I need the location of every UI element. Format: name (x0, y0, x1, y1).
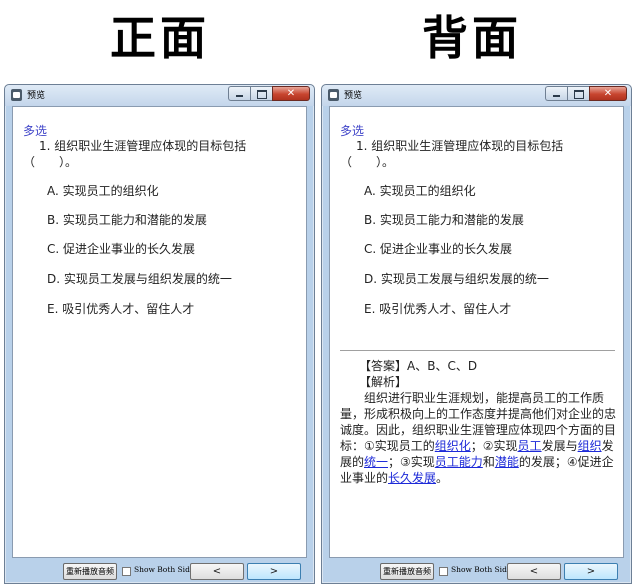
show-both-sides-checkbox[interactable] (122, 567, 131, 576)
replay-audio-button[interactable]: 重新播放音频 (380, 563, 434, 580)
close-button[interactable] (589, 86, 627, 101)
option-d: D. 实现员工发展与组织发展的统一 (364, 272, 549, 286)
close-button[interactable] (272, 86, 310, 101)
next-button[interactable]: > (564, 563, 618, 580)
front-preview-window: 预览 多选 1. 组织职业生涯管理应体现的目标包括（ ）。 A. 实现员工的组织… (4, 84, 315, 584)
show-both-sides-label: Show Both Sides (134, 565, 199, 574)
option-c: C. 促进企业事业的长久发展 (364, 242, 513, 256)
option-c: C. 促进企业事业的长久发展 (47, 242, 196, 256)
show-both-sides-label: Show Both Sides (451, 565, 516, 574)
option-a: A. 实现员工的组织化 (47, 184, 159, 198)
maximize-button[interactable] (567, 86, 589, 101)
link-qianneng[interactable]: 潜能 (495, 455, 519, 469)
option-e: E. 吸引优秀人才、留住人才 (47, 302, 195, 316)
analysis-text: 组织进行职业生涯规划，能提高员工的工作质量，形成积极向上的工作态度并提高他们对企… (340, 391, 617, 485)
app-icon (11, 89, 22, 101)
answer-divider (340, 350, 615, 351)
link-changjiu-fazhan[interactable]: 长久发展 (388, 471, 436, 485)
option-a: A. 实现员工的组织化 (364, 184, 476, 198)
link-tongyi[interactable]: 统一 (364, 455, 388, 469)
link-yuangong[interactable]: 员工 (518, 439, 542, 453)
question-text: 1. 组织职业生涯管理应体现的目标包括（ ）。 (23, 139, 247, 169)
front-heading: 正面 (110, 11, 210, 65)
window-title: 预览 (27, 91, 46, 101)
maximize-button[interactable] (250, 86, 272, 101)
prev-button[interactable]: < (190, 563, 244, 580)
bottom-bar: 重新播放音频 Show Both Sides < > (5, 556, 314, 583)
link-zuzhi[interactable]: 组织 (578, 439, 602, 453)
next-button[interactable]: > (247, 563, 301, 580)
minimize-button[interactable] (545, 86, 567, 101)
link-yuangong-nengli[interactable]: 员工能力 (435, 455, 483, 469)
card-content: 多选 1. 组织职业生涯管理应体现的目标包括（ ）。 A. 实现员工的组织化 B… (329, 106, 624, 558)
back-heading: 背面 (422, 11, 522, 65)
replay-audio-button[interactable]: 重新播放音频 (63, 563, 117, 580)
link-zuzhihua[interactable]: 组织化 (435, 439, 471, 453)
window-controls (228, 86, 310, 101)
window-title: 预览 (344, 91, 363, 101)
answer-line: 【答案】A、B、C、D (359, 359, 478, 373)
question-text: 1. 组织职业生涯管理应体现的目标包括（ ）。 (340, 139, 564, 169)
option-d: D. 实现员工发展与组织发展的统一 (47, 272, 232, 286)
title-bar[interactable]: 预览 (322, 85, 631, 106)
analysis-heading: 【解析】 (359, 375, 408, 389)
question-type: 多选 (340, 124, 365, 138)
title-bar[interactable]: 预览 (5, 85, 314, 106)
prev-button[interactable]: < (507, 563, 561, 580)
app-icon (328, 89, 339, 101)
minimize-button[interactable] (228, 86, 250, 101)
option-b: B. 实现员工能力和潜能的发展 (47, 213, 207, 227)
bottom-bar: 重新播放音频 Show Both Sides < > (322, 556, 631, 583)
option-b: B. 实现员工能力和潜能的发展 (364, 213, 524, 227)
window-controls (545, 86, 627, 101)
option-e: E. 吸引优秀人才、留住人才 (364, 302, 512, 316)
question-type: 多选 (23, 124, 48, 138)
show-both-sides-checkbox[interactable] (439, 567, 448, 576)
card-content: 多选 1. 组织职业生涯管理应体现的目标包括（ ）。 A. 实现员工的组织化 B… (12, 106, 307, 558)
back-preview-window: 预览 多选 1. 组织职业生涯管理应体现的目标包括（ ）。 A. 实现员工的组织… (321, 84, 632, 584)
